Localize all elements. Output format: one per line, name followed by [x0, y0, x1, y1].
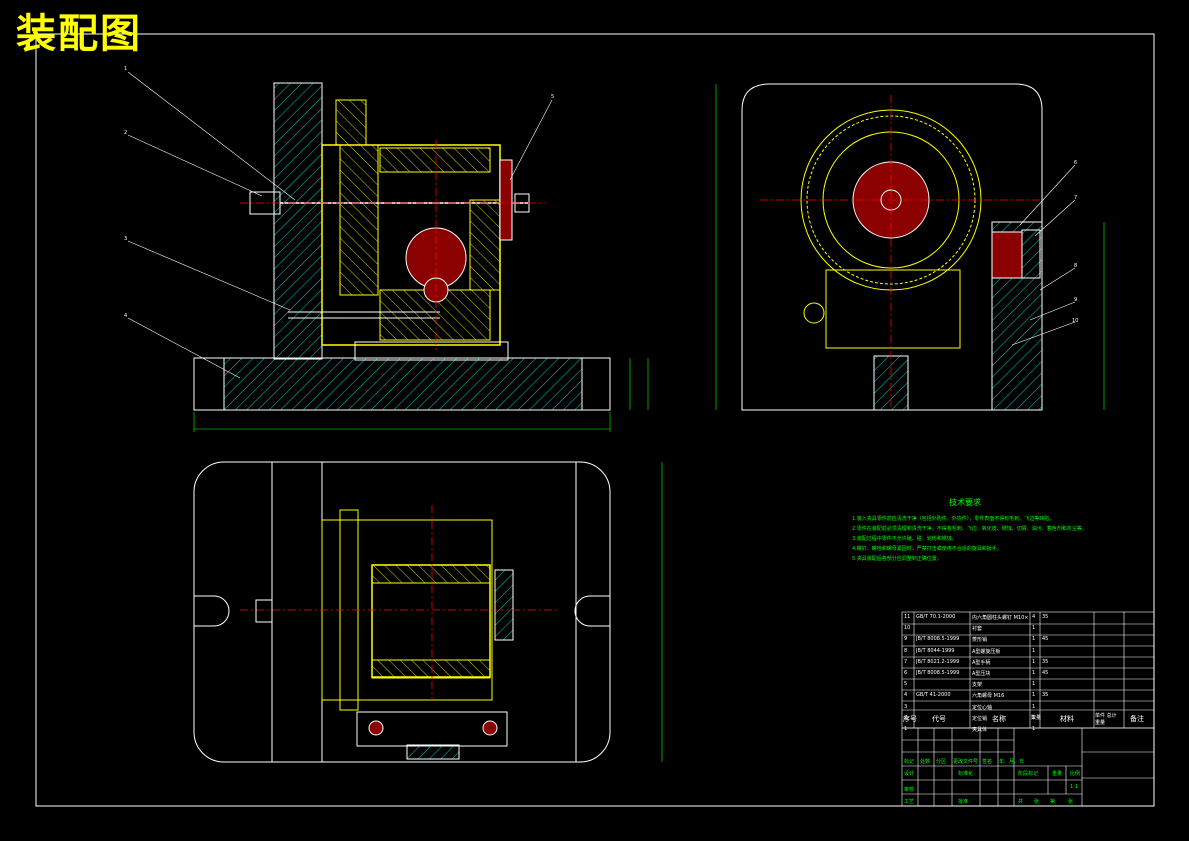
tb-sheet-label: 张 [1034, 799, 1040, 805]
bom-cell-no: 1 [904, 726, 908, 732]
bom-cell-code: JB/T 8021.2-1999 [916, 658, 960, 665]
tb-sheet-label-2: 张 [1068, 799, 1074, 805]
tech-req-line: 3.装配过程中零件不允许磕、碰、划伤和锈蚀。 [852, 536, 957, 542]
bom-cell-name: 衬套 [972, 626, 983, 633]
leader-number: 2 [124, 130, 128, 136]
bom-cell-material: 35 [1042, 692, 1049, 699]
tb-approve: 批准 [958, 799, 969, 805]
leader-number: 9 [1074, 297, 1078, 303]
bom-header-weight: 单件 总计 重量 [1095, 713, 1117, 726]
tech-req-line: 2.零件在装配前必须清理和清洗干净，不得有毛刺、飞边、氧化皮、锈蚀、切屑、油污、… [852, 526, 1087, 532]
bom-cell-material: 35 [1042, 614, 1049, 620]
tb-design: 设计 [904, 771, 915, 777]
tb-standardization: 标准化 [958, 771, 974, 777]
tb-stage-mark: 阶段标记 [1018, 771, 1039, 777]
front-view [127, 71, 649, 432]
bom-cell-name: 六角螺母 M16 [972, 693, 1005, 700]
tb-col-date: 年、月、日 [999, 759, 1025, 765]
tb-page-label: 第 [1050, 799, 1056, 805]
bom-cell-no: 4 [904, 692, 908, 699]
bom-cell-code: JB/T 8008.5-1999 [916, 670, 960, 676]
leader-number: 5 [551, 94, 555, 100]
bom-cell-no: 8 [904, 647, 908, 654]
bom-header-code: 代号 [932, 715, 946, 723]
leader-number: 6 [1074, 160, 1078, 166]
bom-header-remark: 备注 [1130, 715, 1144, 723]
bom-cell-name: A型手柄 [972, 659, 991, 666]
leader-number: 7 [1074, 195, 1078, 201]
bom-cell-qty: 1 [1032, 647, 1036, 654]
leader-number: 4 [124, 313, 128, 319]
tb-col-count: 处数 [920, 759, 931, 765]
leader-number: 1 [124, 66, 128, 72]
bom-header-no: 序号 [903, 715, 917, 723]
bom-cell-name: 内六角圆柱头螺钉 M10×25 [972, 615, 1028, 621]
bom-cell-no: 7 [904, 658, 908, 665]
bom-cell-qty: 1 [1032, 658, 1036, 665]
bom-cell-no: 3 [904, 703, 908, 710]
bom-cell-no: 5 [904, 681, 908, 688]
tech-req-line: 1.装入夹具零件前应清洗干净（包括外购件、外协件），零件表面不得有毛刺、飞边等缺… [852, 516, 1055, 522]
bom-cell-qty: 1 [1032, 681, 1036, 688]
bom-cell-qty: 4 [1032, 614, 1036, 620]
side-view [715, 83, 1105, 411]
base-plate [193, 357, 611, 411]
bom-header-name: 名称 [992, 715, 1006, 723]
top-view [193, 461, 663, 763]
bom-cell-qty: 1 [1032, 692, 1036, 699]
bom-cell-code: GB/T 41-2000 [916, 692, 951, 699]
bom-cell-code: GB/T 70.1-2000 [916, 614, 956, 620]
bom-cell-name: A型压块 [972, 671, 991, 677]
tb-total-label: 共 [1018, 799, 1024, 805]
tb-review: 审核 [904, 787, 915, 793]
bom-header-material: 材料 [1060, 715, 1074, 723]
tb-col-sign: 签名 [982, 759, 993, 765]
bom-cell-name: 支架 [972, 682, 983, 689]
leader-number: 10 [1072, 318, 1079, 324]
leader-number: 3 [124, 236, 128, 242]
tb-col-change-doc: 更改文件号 [953, 759, 979, 765]
tb-weight: 重量 [1052, 771, 1063, 777]
tb-scale-label: 比例 [1070, 771, 1081, 777]
bom-cell-qty: 1 [1032, 703, 1036, 710]
bom-cell-code: JB/T 8008.5-1999 [916, 636, 960, 643]
bom-cell-material: 45 [1042, 636, 1049, 643]
tech-req-line: 5.夹具装配后各部分应调整到正确位置。 [852, 556, 942, 562]
tb-mark: 标记 [904, 759, 915, 765]
bom-cell-material: 45 [1042, 670, 1049, 676]
leader-number: 8 [1074, 263, 1078, 269]
bom-cell-no: 11 [904, 614, 911, 620]
tb-col-zone: 分区 [936, 759, 947, 765]
bom-cell-code: JB/T 8044-1999 [916, 647, 955, 654]
bom-cell-name: 菱形销 [972, 637, 988, 644]
bom-cell-name: A型螺旋压板 [972, 648, 1001, 655]
tech-req-heading: 技术要求 [949, 498, 981, 507]
bom-cell-qty: 1 [1032, 670, 1036, 676]
bom-cell-qty: 1 [1032, 726, 1036, 732]
tb-scale-value: 1:1 [1070, 784, 1079, 790]
tb-process: 工艺 [904, 799, 915, 805]
bom-cell-no: 9 [904, 636, 908, 643]
bom-cell-qty: 1 [1032, 636, 1036, 643]
bom-cell-no: 10 [904, 625, 911, 632]
bom-header-qty: 数量 [1031, 715, 1042, 721]
tech-req-line: 4.螺钉、螺栓和螺母紧固时，严禁打击或使用不合适的旋具和扳手。 [852, 546, 1002, 552]
bom-cell-no: 6 [904, 670, 908, 676]
drawing-title: 装配图 [16, 11, 142, 57]
bom-cell-qty: 1 [1032, 625, 1036, 632]
bom-cell-material: 35 [1042, 658, 1049, 665]
bom-cell-name: 夹具体 [972, 727, 988, 733]
bom-cell-name: 定位心轴 [972, 704, 993, 711]
